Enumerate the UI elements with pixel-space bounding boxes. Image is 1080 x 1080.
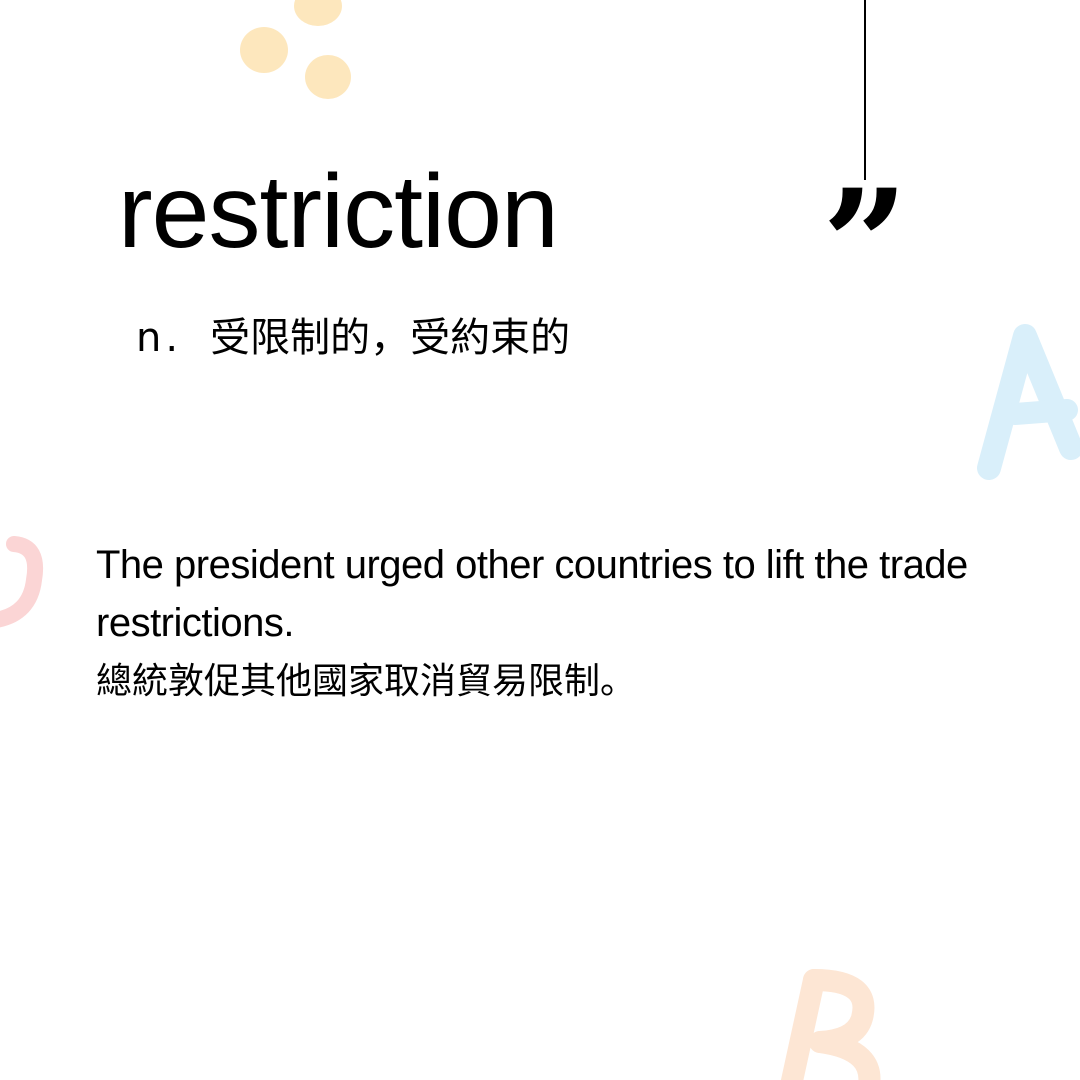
definition-zh: 受限制的，受約束的 — [210, 315, 571, 361]
definition: n. 受限制的，受約束的 — [136, 314, 570, 362]
decorative-dots — [240, 0, 351, 99]
decorative-letter-a-icon — [977, 324, 1080, 480]
decorative-dot — [305, 55, 351, 99]
example-sentence-en: The president urged other countries to l… — [96, 543, 968, 645]
vocabulary-word: restriction — [118, 154, 559, 270]
quote-mark-icon: ” — [822, 157, 909, 333]
example-sentence: The president urged other countries to l… — [96, 536, 996, 710]
decorative-dot — [294, 0, 342, 26]
quote-divider-line — [864, 0, 866, 180]
part-of-speech: n. — [136, 315, 183, 361]
decorative-letter-c-icon — [0, 536, 43, 628]
decorative-letter-b-icon — [780, 969, 881, 1080]
decorative-dot — [240, 27, 288, 73]
example-sentence-zh: 總統敦促其他國家取消貿易限制。 — [96, 661, 637, 702]
